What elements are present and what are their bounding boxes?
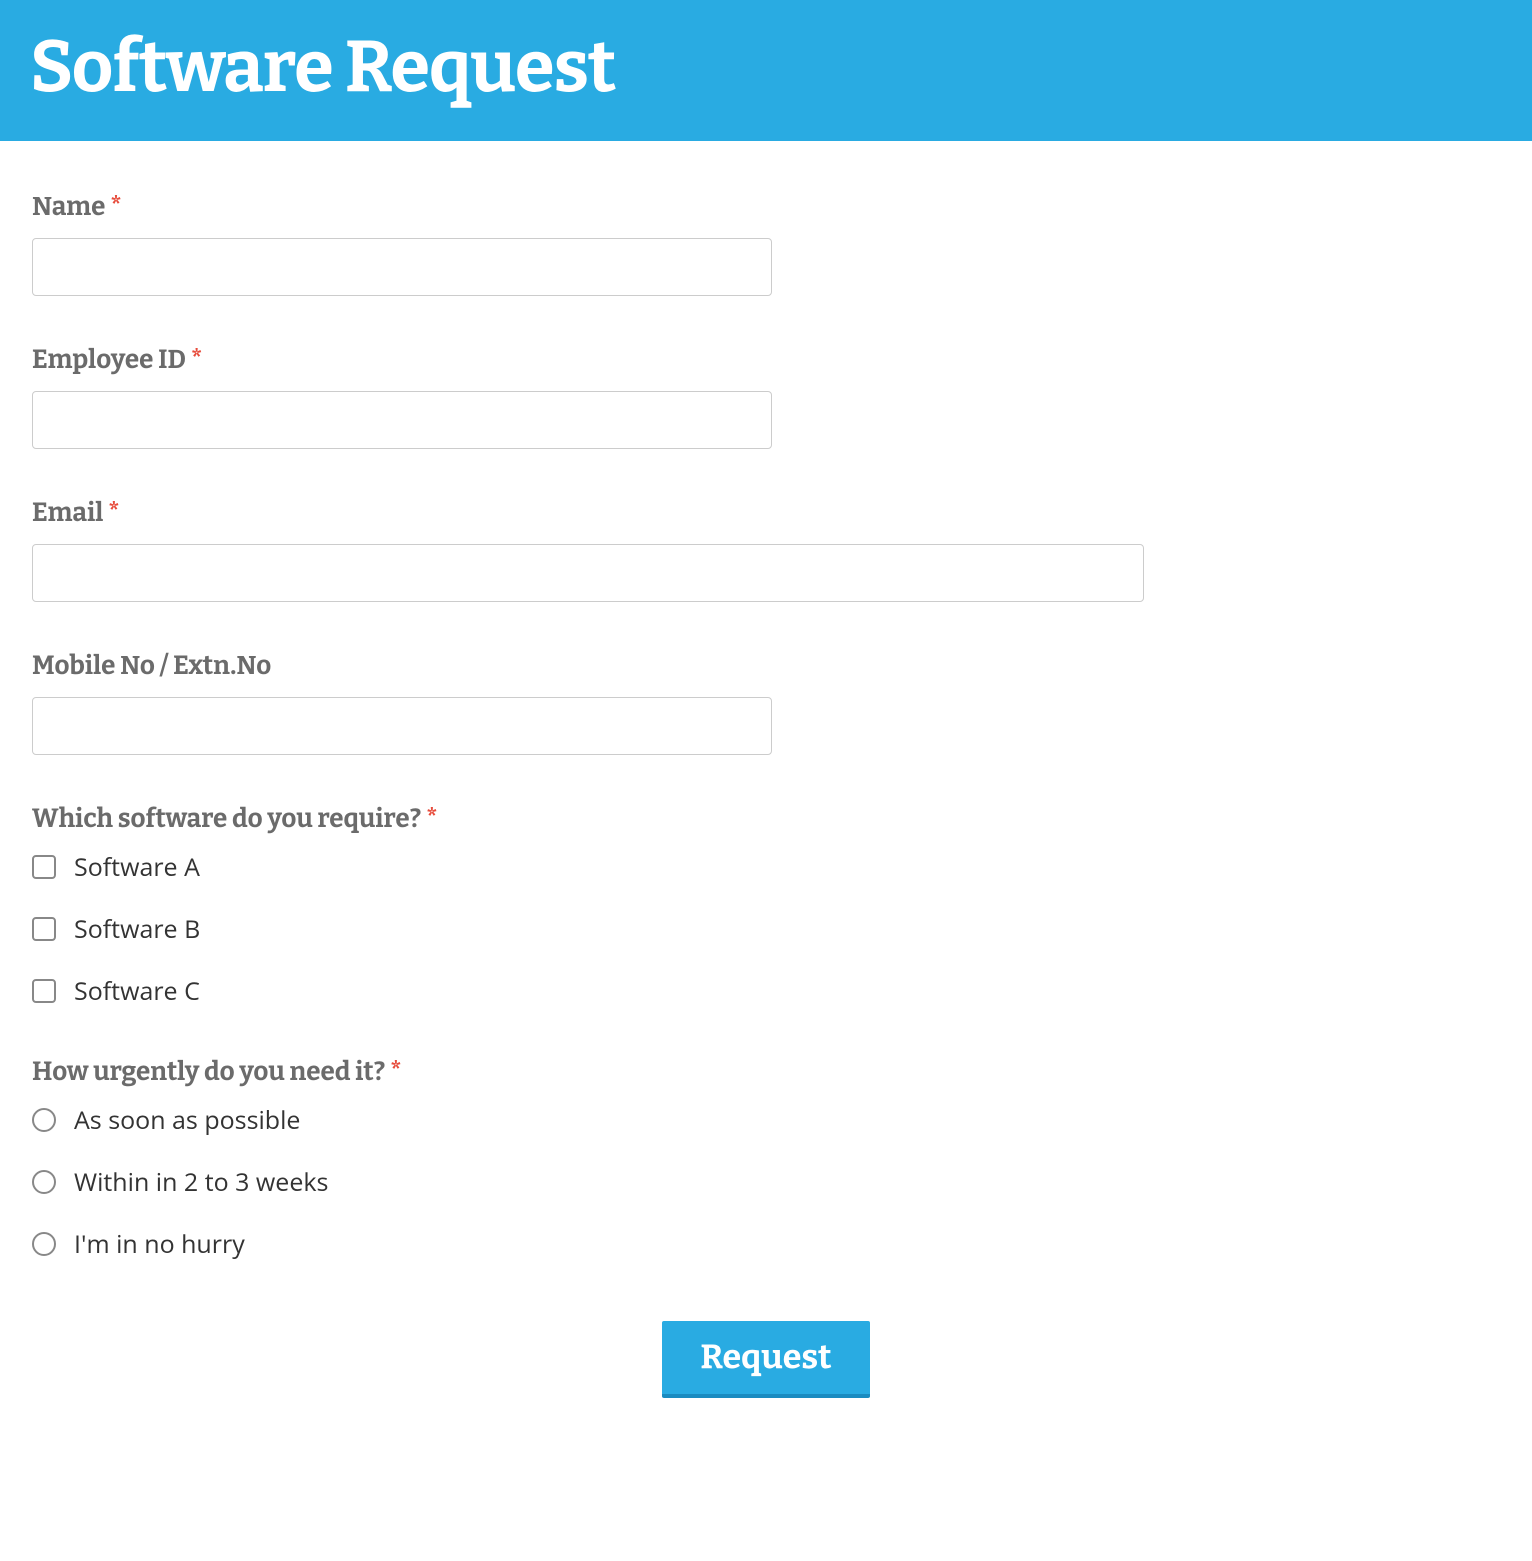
form-container: Name * Employee ID * Email * Mobile No /…: [0, 141, 1532, 1458]
urgency-label: How urgently do you need it? *: [32, 1056, 1500, 1087]
required-indicator: *: [110, 191, 122, 222]
software-a-checkbox[interactable]: [32, 855, 56, 879]
header: Software Request: [0, 0, 1532, 141]
button-container: Request: [32, 1321, 1500, 1398]
software-options: Software A Software B Software C: [32, 850, 1500, 1008]
software-group: Which software do you require? * Softwar…: [32, 803, 1500, 1008]
urgency-option-row: I'm in no hurry: [32, 1227, 1500, 1261]
software-label: Which software do you require? *: [32, 803, 1500, 834]
mobile-label-text: Mobile No / Extn.No: [32, 650, 271, 681]
name-label: Name *: [32, 191, 1500, 222]
software-c-label[interactable]: Software C: [74, 974, 200, 1008]
employee-id-group: Employee ID *: [32, 344, 1500, 449]
software-option-row: Software B: [32, 912, 1500, 946]
page-title: Software Request: [30, 25, 1502, 111]
urgency-weeks-label[interactable]: Within in 2 to 3 weeks: [74, 1165, 328, 1199]
mobile-group: Mobile No / Extn.No: [32, 650, 1500, 755]
software-label-text: Which software do you require?: [32, 803, 421, 834]
software-b-checkbox[interactable]: [32, 917, 56, 941]
email-label: Email *: [32, 497, 1500, 528]
urgency-weeks-radio[interactable]: [32, 1170, 56, 1194]
urgency-no-hurry-label[interactable]: I'm in no hurry: [74, 1227, 245, 1261]
mobile-input[interactable]: [32, 697, 772, 755]
employee-id-label: Employee ID *: [32, 344, 1500, 375]
software-a-label[interactable]: Software A: [74, 850, 200, 884]
urgency-no-hurry-radio[interactable]: [32, 1232, 56, 1256]
email-label-text: Email: [32, 497, 103, 528]
name-label-text: Name: [32, 191, 105, 222]
urgency-group: How urgently do you need it? * As soon a…: [32, 1056, 1500, 1261]
name-group: Name *: [32, 191, 1500, 296]
urgency-option-row: As soon as possible: [32, 1103, 1500, 1137]
urgency-label-text: How urgently do you need it?: [32, 1056, 385, 1087]
required-indicator: *: [108, 497, 120, 528]
required-indicator: *: [426, 803, 438, 834]
email-group: Email *: [32, 497, 1500, 602]
urgency-option-row: Within in 2 to 3 weeks: [32, 1165, 1500, 1199]
request-button[interactable]: Request: [662, 1321, 869, 1398]
software-b-label[interactable]: Software B: [74, 912, 200, 946]
required-indicator: *: [191, 344, 203, 375]
urgency-asap-radio[interactable]: [32, 1108, 56, 1132]
urgency-asap-label[interactable]: As soon as possible: [74, 1103, 300, 1137]
employee-id-input[interactable]: [32, 391, 772, 449]
employee-id-label-text: Employee ID: [32, 344, 186, 375]
software-option-row: Software A: [32, 850, 1500, 884]
urgency-options: As soon as possible Within in 2 to 3 wee…: [32, 1103, 1500, 1261]
name-input[interactable]: [32, 238, 772, 296]
email-input[interactable]: [32, 544, 1144, 602]
required-indicator: *: [390, 1056, 402, 1087]
mobile-label: Mobile No / Extn.No: [32, 650, 1500, 681]
software-option-row: Software C: [32, 974, 1500, 1008]
software-c-checkbox[interactable]: [32, 979, 56, 1003]
